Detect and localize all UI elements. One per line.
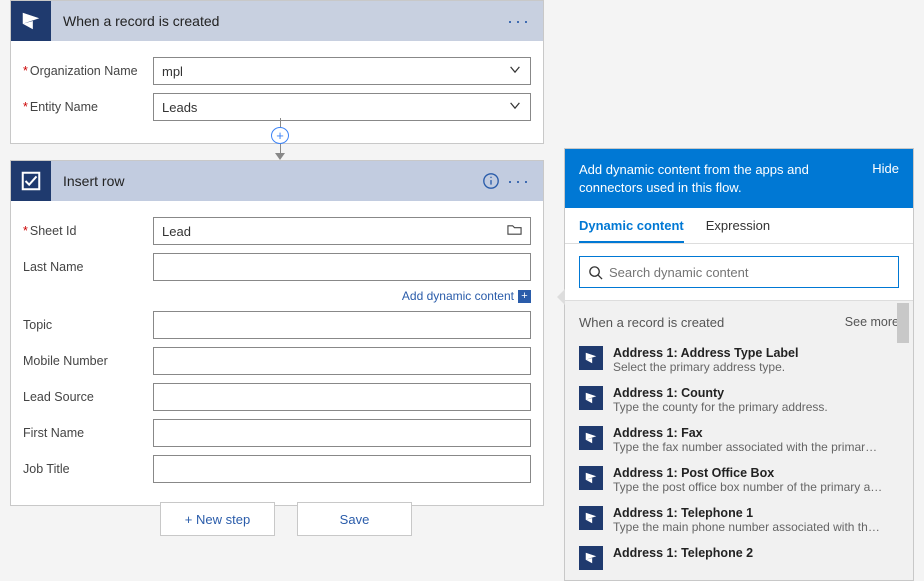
scrollbar-thumb[interactable] xyxy=(897,303,909,343)
tab-dynamic-content[interactable]: Dynamic content xyxy=(579,218,684,243)
panel-tabs: Dynamic content Expression xyxy=(565,208,913,244)
new-step-button[interactable]: + New step xyxy=(160,502,275,536)
firstname-label: First Name xyxy=(23,426,153,440)
sheet-id-label: Sheet Id xyxy=(23,224,153,238)
lastname-label: Last Name xyxy=(23,260,153,274)
dynamic-content-item[interactable]: Address 1: Telephone 2 xyxy=(565,540,913,576)
item-desc: Type the post office box number of the p… xyxy=(613,480,883,494)
dynamics-icon xyxy=(579,386,603,410)
dynamic-content-item[interactable]: Address 1: CountyType the county for the… xyxy=(565,380,913,420)
info-icon[interactable] xyxy=(477,167,505,195)
org-name-value: mpl xyxy=(162,64,183,79)
org-name-label: Organization Name xyxy=(23,64,153,78)
item-title: Address 1: Telephone 1 xyxy=(613,506,899,520)
plus-badge-icon: + xyxy=(518,290,531,303)
action-card: Insert row ··· Sheet Id Lead Last Name A… xyxy=(10,160,544,506)
action-body: Sheet Id Lead Last Name Add dynamic cont… xyxy=(11,201,543,505)
chevron-down-icon xyxy=(508,63,522,80)
entity-name-select[interactable]: Leads xyxy=(153,93,531,121)
save-button[interactable]: Save xyxy=(297,502,412,536)
dynamic-content-panel: Add dynamic content from the apps and co… xyxy=(564,148,914,581)
panel-pointer xyxy=(557,289,565,305)
panel-search[interactable] xyxy=(579,256,899,288)
jobtitle-label: Job Title xyxy=(23,462,153,476)
firstname-input[interactable] xyxy=(153,419,531,447)
item-title: Address 1: Post Office Box xyxy=(613,466,899,480)
panel-body: When a record is created See more Addres… xyxy=(565,301,913,580)
add-step-inline-button[interactable]: + xyxy=(271,127,289,144)
item-desc: Select the primary address type. xyxy=(613,360,883,374)
panel-header-text: Add dynamic content from the apps and co… xyxy=(579,161,872,196)
item-desc: Type the fax number associated with the … xyxy=(613,440,883,454)
topic-input[interactable] xyxy=(153,311,531,339)
trigger-menu-button[interactable]: ··· xyxy=(505,7,533,35)
entity-name-label: Entity Name xyxy=(23,100,153,114)
smartsheet-icon xyxy=(11,161,51,201)
item-title: Address 1: County xyxy=(613,386,899,400)
trigger-title: When a record is created xyxy=(63,13,505,29)
footer-actions: + New step Save xyxy=(160,502,412,536)
lastname-input[interactable] xyxy=(153,253,531,281)
see-more-link[interactable]: See more xyxy=(845,315,899,330)
search-input[interactable] xyxy=(609,257,890,287)
sheet-id-input[interactable]: Lead xyxy=(153,217,531,245)
dynamics-icon xyxy=(579,506,603,530)
dynamics-icon xyxy=(579,426,603,450)
item-desc: Type the county for the primary address. xyxy=(613,400,883,414)
dynamic-content-item[interactable]: Address 1: FaxType the fax number associ… xyxy=(565,420,913,460)
entity-name-value: Leads xyxy=(162,100,197,115)
mobile-label: Mobile Number xyxy=(23,354,153,368)
dynamic-content-item[interactable]: Address 1: Post Office BoxType the post … xyxy=(565,460,913,500)
folder-icon[interactable] xyxy=(507,224,522,239)
dynamic-content-item[interactable]: Address 1: Telephone 1Type the main phon… xyxy=(565,500,913,540)
trigger-card: When a record is created ··· Organizatio… xyxy=(10,0,544,144)
panel-header: Add dynamic content from the apps and co… xyxy=(565,149,913,208)
search-icon xyxy=(588,265,603,280)
chevron-down-icon xyxy=(508,99,522,116)
mobile-input[interactable] xyxy=(153,347,531,375)
item-title: Address 1: Fax xyxy=(613,426,899,440)
item-title: Address 1: Telephone 2 xyxy=(613,546,899,560)
topic-label: Topic xyxy=(23,318,153,332)
jobtitle-input[interactable] xyxy=(153,455,531,483)
dynamics-icon xyxy=(579,346,603,370)
trigger-header[interactable]: When a record is created ··· xyxy=(11,1,543,41)
action-title: Insert row xyxy=(63,173,477,189)
panel-section-title: When a record is created xyxy=(579,315,724,330)
add-dynamic-content-link[interactable]: Add dynamic content + xyxy=(23,289,531,303)
leadsource-label: Lead Source xyxy=(23,390,153,404)
action-header[interactable]: Insert row ··· xyxy=(11,161,543,201)
scrollbar[interactable] xyxy=(897,301,911,580)
dynamics-icon xyxy=(579,546,603,570)
tab-expression[interactable]: Expression xyxy=(706,218,770,243)
item-desc: Type the main phone number associated wi… xyxy=(613,520,883,534)
hide-panel-button[interactable]: Hide xyxy=(872,161,899,176)
sheet-id-value: Lead xyxy=(162,224,191,239)
item-title: Address 1: Address Type Label xyxy=(613,346,899,360)
dynamic-content-item[interactable]: Address 1: Address Type LabelSelect the … xyxy=(565,340,913,380)
leadsource-input[interactable] xyxy=(153,383,531,411)
action-menu-button[interactable]: ··· xyxy=(505,167,533,195)
dynamics-icon xyxy=(11,1,51,41)
dynamics-icon xyxy=(579,466,603,490)
panel-search-wrap xyxy=(565,244,913,301)
org-name-select[interactable]: mpl xyxy=(153,57,531,85)
